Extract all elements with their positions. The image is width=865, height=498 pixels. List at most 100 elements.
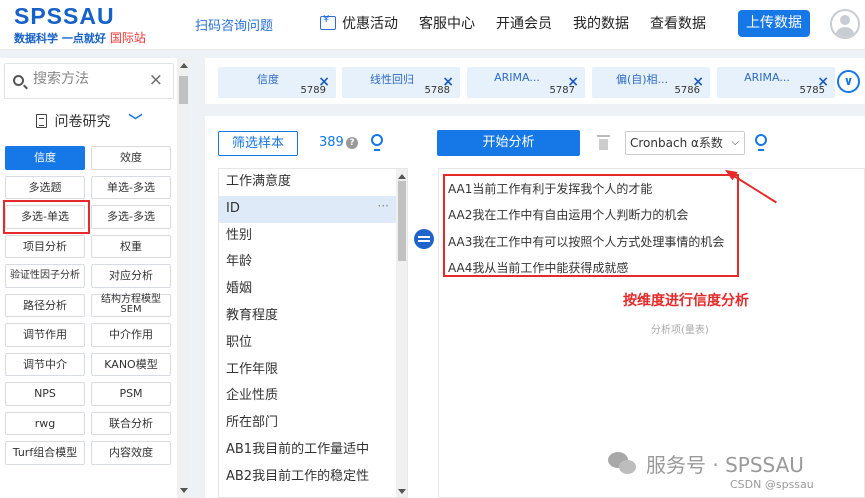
method-button[interactable]: 调节中介 bbox=[5, 352, 85, 376]
watermark: 服务号 · SPSSAU bbox=[608, 449, 804, 478]
list-item[interactable]: 工作满意度 bbox=[219, 169, 397, 196]
chevron-down-icon: ⌵ bbox=[731, 137, 739, 148]
watermark-text: 服务号 · SPSSAU bbox=[646, 453, 804, 477]
lightbulb-icon[interactable] bbox=[755, 134, 767, 151]
lightbulb-icon[interactable] bbox=[371, 134, 383, 151]
nav-label: 开通会员 bbox=[496, 16, 552, 32]
nav-service[interactable]: 客服中心 bbox=[419, 13, 475, 33]
trash-icon[interactable] bbox=[597, 135, 610, 150]
history-tab[interactable]: 线性回归 5788 × bbox=[342, 67, 460, 98]
selected-item[interactable]: AA2我在工作中有自由运用个人判断力的机会 bbox=[448, 206, 688, 223]
method-button[interactable]: PSM bbox=[91, 382, 171, 406]
list-item[interactable]: 职位 bbox=[219, 330, 397, 357]
method-button[interactable]: 结构方程模型SEM bbox=[91, 293, 171, 317]
list-item[interactable]: AB2我目前工作的稳定性 bbox=[219, 464, 397, 491]
selected-item[interactable]: AA4我从当前工作中能获得成就感 bbox=[448, 259, 628, 276]
nav-membership[interactable]: 开通会员 bbox=[496, 13, 552, 33]
list-item[interactable]: 年龄 bbox=[219, 249, 397, 276]
method-button[interactable]: 调节作用 bbox=[5, 323, 85, 347]
list-item[interactable]: 所在部门 bbox=[219, 410, 397, 437]
method-search: × bbox=[4, 63, 174, 99]
history-tab[interactable]: ARIMA... 5785 × bbox=[717, 67, 835, 98]
close-icon[interactable]: × bbox=[149, 70, 163, 90]
category-survey-research[interactable]: 问卷研究 ﹀ bbox=[4, 104, 174, 138]
close-icon[interactable]: × bbox=[442, 74, 454, 90]
help-icon[interactable]: ? bbox=[346, 137, 358, 149]
list-item[interactable]: AB1我目前的工作量适中 bbox=[219, 437, 397, 464]
nav-my-data[interactable]: 我的数据 bbox=[573, 13, 629, 33]
history-tab[interactable]: ARIMA... 5787 × bbox=[467, 67, 585, 98]
scroll-down-icon[interactable] bbox=[398, 489, 406, 494]
close-icon[interactable]: × bbox=[692, 74, 704, 90]
method-button[interactable]: 验证性因子分析 bbox=[5, 264, 85, 288]
search-input[interactable] bbox=[33, 71, 143, 87]
swap-icon[interactable] bbox=[414, 229, 434, 249]
method-select-value: Cronbach α系数 bbox=[630, 136, 723, 150]
close-icon[interactable]: × bbox=[318, 74, 330, 90]
wechat-icon bbox=[608, 451, 638, 476]
list-item[interactable]: 性别 bbox=[219, 223, 397, 250]
chevron-down-icon: ﹀ bbox=[128, 114, 143, 130]
method-button[interactable]: 权重 bbox=[91, 234, 171, 258]
method-button[interactable]: 项目分析 bbox=[5, 234, 85, 258]
start-analysis-button[interactable]: 开始分析 bbox=[437, 130, 580, 156]
method-grid: 信度 效度 多选题 单选-多选 多选-单选 多选-多选 项目分析 权重 验证性因… bbox=[5, 146, 175, 465]
method-button[interactable]: 路径分析 bbox=[5, 293, 85, 317]
intl-link[interactable]: 国际站 bbox=[110, 31, 146, 45]
method-button[interactable]: 联合分析 bbox=[91, 411, 171, 435]
method-button[interactable]: rwg bbox=[5, 411, 85, 435]
close-icon[interactable]: × bbox=[817, 74, 829, 90]
tab-id: 5787 bbox=[549, 85, 575, 96]
history-tab[interactable]: 偏(自)相... 5786 × bbox=[592, 67, 710, 98]
scroll-up-icon[interactable] bbox=[180, 63, 188, 68]
variable-scrollbar[interactable] bbox=[396, 169, 407, 497]
method-button[interactable]: 多选题 bbox=[5, 175, 85, 199]
selected-item[interactable]: AA1当前工作有利于发挥我个人的才能 bbox=[448, 180, 652, 197]
nav-view-data[interactable]: 查看数据 bbox=[650, 13, 706, 33]
upload-data-button[interactable]: 上传数据 bbox=[738, 10, 810, 37]
chevron-down-icon[interactable]: ∨ bbox=[837, 70, 860, 93]
list-item[interactable]: 企业性质 bbox=[219, 383, 397, 410]
nav-promotions[interactable]: 优惠活动 bbox=[320, 13, 398, 33]
method-button[interactable]: 单选-多选 bbox=[91, 175, 171, 199]
document-icon bbox=[35, 114, 47, 128]
scroll-up-icon[interactable] bbox=[398, 174, 406, 179]
scan-consult-link[interactable]: 扫码咨询问题 bbox=[195, 15, 273, 34]
method-button[interactable]: 中介作用 bbox=[91, 323, 171, 347]
tab-name: ARIMA... bbox=[494, 71, 540, 84]
reliability-method-select[interactable]: Cronbach α系数 ⌵ bbox=[625, 131, 745, 155]
scroll-thumb[interactable] bbox=[179, 76, 188, 104]
method-button[interactable]: 内容效度 bbox=[91, 441, 171, 465]
tab-id: 5786 bbox=[674, 85, 700, 96]
list-item[interactable]: ID ··· bbox=[219, 193, 397, 223]
history-tab[interactable]: 信度 5789 × bbox=[218, 67, 336, 98]
list-item[interactable]: 工作年限 bbox=[219, 357, 397, 384]
logo[interactable]: SPSSAU 数据科学 一点就好 国际站 bbox=[14, 4, 146, 46]
sidebar-scrollbar[interactable] bbox=[177, 58, 190, 498]
scroll-down-icon[interactable] bbox=[180, 488, 188, 493]
method-button[interactable]: NPS bbox=[5, 382, 85, 406]
method-button[interactable]: 多选-多选 bbox=[91, 205, 171, 229]
more-icon[interactable]: ··· bbox=[378, 193, 389, 220]
history-tabs: 信度 5789 × 线性回归 5788 × ARIMA... 5787 × 偏(… bbox=[205, 58, 865, 104]
analysis-workspace: 筛选样本 389 ? 开始分析 Cronbach α系数 ⌵ 工作满意度 ID ·… bbox=[205, 116, 865, 498]
annotation-text: 按维度进行信度分析 bbox=[623, 293, 749, 309]
search-icon bbox=[13, 75, 24, 86]
method-sidebar: × 问卷研究 ﹀ 信度 效度 多选题 单选-多选 多选-单选 多选-多选 项目分… bbox=[0, 58, 190, 498]
method-button[interactable]: KANO模型 bbox=[91, 352, 171, 376]
logo-title: SPSSAU bbox=[14, 3, 115, 29]
close-icon[interactable]: × bbox=[567, 74, 579, 90]
avatar[interactable] bbox=[830, 9, 860, 39]
variable-label: ID bbox=[226, 200, 240, 216]
method-button[interactable]: 效度 bbox=[91, 146, 171, 170]
method-button[interactable]: 对应分析 bbox=[91, 264, 171, 288]
list-item[interactable]: 教育程度 bbox=[219, 303, 397, 330]
method-button-reliability[interactable]: 信度 bbox=[5, 146, 85, 170]
scroll-thumb[interactable] bbox=[398, 181, 406, 261]
filter-sample-button[interactable]: 筛选样本 bbox=[218, 131, 298, 156]
selected-items-box: AA1当前工作有利于发挥我个人的才能 AA2我在工作中有自由运用个人判断力的机会… bbox=[443, 174, 739, 277]
list-item[interactable]: 婚姻 bbox=[219, 276, 397, 303]
tab-id: 5785 bbox=[799, 85, 825, 96]
method-button[interactable]: Turf组合模型 bbox=[5, 441, 85, 465]
selected-item[interactable]: AA3我在工作中有可以按照个人方式处理事情的机会 bbox=[448, 233, 724, 250]
